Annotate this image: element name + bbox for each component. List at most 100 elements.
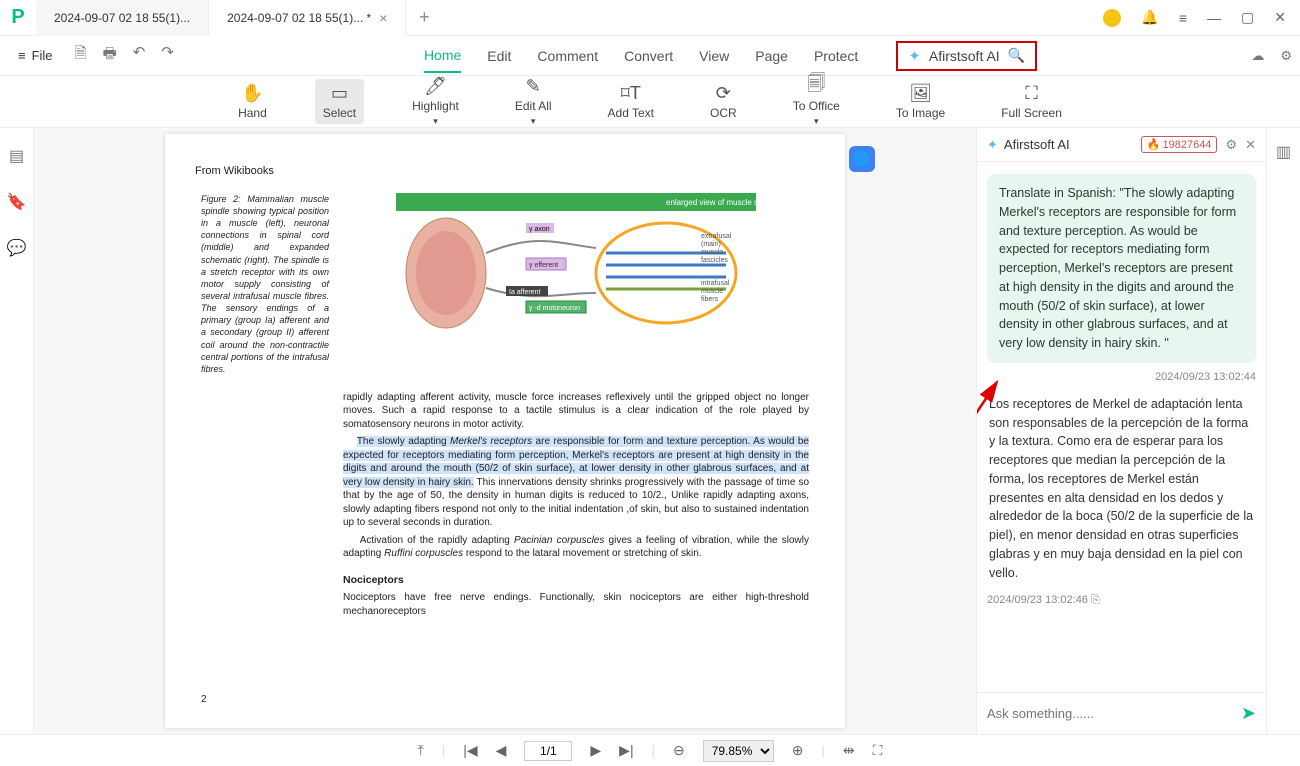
title-bar: P 2024-09-07 02 18 55(1)... 2024-09-07 0…	[0, 0, 1300, 36]
comment-rail-icon[interactable]: 💬	[7, 238, 27, 258]
svg-text:γ -d motoneuron: γ -d motoneuron	[529, 305, 580, 312]
svg-text:fascicles: fascicles	[701, 257, 728, 264]
bot-message: Los receptores de Merkel de adaptación l…	[987, 391, 1256, 587]
svg-text:extrafusal: extrafusal	[701, 233, 732, 240]
file-menu[interactable]: ≡ File	[8, 48, 63, 63]
svg-text:γ efferent: γ efferent	[529, 262, 558, 269]
svg-text:Ia afferent: Ia afferent	[509, 289, 540, 296]
ocr-icon: ⟳	[716, 83, 731, 103]
add-tab-button[interactable]: +	[406, 7, 442, 28]
toolbar: ✋Hand ▭Select 🖊Highlight ▾ ✎Edit All ▾ ⌑…	[0, 76, 1300, 128]
quick-actions: 🗎 🖶 ↶ ↷	[75, 43, 174, 68]
tab-active[interactable]: 2024-09-07 02 18 55(1)... * ×	[209, 0, 406, 36]
last-page-icon[interactable]: ▶|	[619, 742, 633, 759]
fullscreen-icon: ⛶	[1025, 83, 1038, 103]
document-viewport[interactable]: 🌐 From Wikibooks Figure 2: Mammalian mus…	[34, 128, 976, 734]
tool-tooffice[interactable]: 🗐To Office ▾	[785, 72, 848, 131]
tool-highlight[interactable]: 🖊Highlight ▾	[404, 72, 467, 131]
cloud-icon[interactable]: ☁	[1251, 48, 1264, 64]
main-area: ▤ 🔖 💬 🌐 From Wikibooks Figure 2: Mammali…	[0, 128, 1300, 734]
undo-icon[interactable]: ↶	[133, 43, 146, 68]
copy-icon[interactable]: ⎘	[1091, 594, 1100, 606]
fit-page-icon[interactable]: ⛶	[873, 742, 883, 759]
token-chip[interactable]: 🔥19827644	[1141, 136, 1218, 153]
scroll-top-icon[interactable]: ⤒	[418, 742, 424, 759]
svg-text:γ axon: γ axon	[529, 226, 550, 233]
panel-toggle-icon[interactable]: ▥	[1276, 142, 1291, 162]
redo-icon[interactable]: ↷	[161, 43, 174, 68]
gear-icon[interactable]: ⚙	[1225, 137, 1237, 153]
close-panel-icon[interactable]: ✕	[1245, 137, 1256, 153]
ai-panel: ✦ Afirstsoft AI 🔥19827644 ⚙ ✕ Translate …	[976, 128, 1266, 734]
send-icon[interactable]: ➤	[1241, 703, 1256, 724]
doc-body: rapidly adapting afferent activity, musc…	[343, 391, 809, 618]
translate-badge-icon[interactable]: 🌐	[849, 146, 875, 172]
page-input[interactable]	[524, 741, 572, 761]
save-icon[interactable]: 🗎	[75, 43, 87, 68]
tool-fullscreen[interactable]: ⛶Full Screen	[993, 79, 1070, 124]
chevron-down-icon: ▾	[433, 116, 438, 127]
figure-caption: Figure 2: Mammalian muscle spindle showi…	[201, 193, 329, 375]
close-window-icon[interactable]: ✕	[1274, 9, 1286, 26]
tab-comment[interactable]: Comment	[537, 40, 598, 72]
svg-text:enlarged view of muscle spindl: enlarged view of muscle spindle	[666, 198, 780, 207]
window-controls: 🔔 ≡ — ▢ ✕	[1103, 9, 1300, 27]
ask-input[interactable]	[987, 706, 1233, 721]
zoom-out-icon[interactable]: ⊖	[673, 742, 685, 759]
timestamp-user: 2024/09/23 13:02:44	[987, 371, 1256, 383]
tool-addtext[interactable]: ⌑TAdd Text	[600, 79, 662, 124]
bell-icon[interactable]: 🔔	[1141, 9, 1158, 26]
text-icon: ⌑T	[621, 83, 641, 103]
ai-panel-header: ✦ Afirstsoft AI 🔥19827644 ⚙ ✕	[977, 128, 1266, 162]
tab-view[interactable]: View	[699, 40, 729, 72]
thumbnail-icon[interactable]: ▤	[9, 146, 24, 166]
doc-source: From Wikibooks	[195, 164, 809, 179]
print-icon[interactable]: 🖶	[103, 43, 117, 68]
svg-text:muscle: muscle	[701, 249, 723, 256]
tool-hand[interactable]: ✋Hand	[230, 79, 275, 124]
next-page-icon[interactable]: ▶	[590, 742, 601, 759]
app-logo: P	[0, 0, 36, 36]
office-icon: 🗐	[807, 76, 825, 96]
fit-width-icon[interactable]: ⇹	[843, 742, 855, 759]
settings-icon[interactable]: ⚙	[1280, 48, 1292, 64]
tab-page[interactable]: Page	[755, 40, 788, 72]
user-message: Translate in Spanish: "The slowly adapti…	[987, 174, 1256, 363]
tab-edit[interactable]: Edit	[487, 40, 511, 72]
tab-home[interactable]: Home	[424, 39, 461, 73]
edit-icon: ✎	[526, 76, 541, 96]
timestamp-bot: 2024/09/23 13:02:46 ⎘	[987, 594, 1256, 607]
prev-page-icon[interactable]: ◀	[496, 742, 507, 759]
chevron-down-icon: ▾	[814, 116, 819, 127]
header-right-icons: ☁ ⚙	[1251, 48, 1292, 64]
bookmark-icon[interactable]: 🔖	[7, 192, 27, 212]
minimize-icon[interactable]: —	[1207, 10, 1221, 26]
zoom-in-icon[interactable]: ⊕	[792, 742, 804, 759]
zoom-select[interactable]: 79.85%	[703, 740, 774, 762]
tool-select[interactable]: ▭Select	[315, 79, 364, 124]
close-icon[interactable]: ×	[379, 10, 387, 26]
tab-convert[interactable]: Convert	[624, 40, 673, 72]
theme-icon[interactable]	[1103, 9, 1121, 27]
left-rail: ▤ 🔖 💬	[0, 128, 34, 734]
tab-protect[interactable]: Protect	[814, 40, 858, 72]
ai-chat-area[interactable]: Translate in Spanish: "The slowly adapti…	[977, 162, 1266, 692]
sparkle-icon: ✦	[908, 47, 921, 65]
maximize-icon[interactable]: ▢	[1241, 9, 1254, 26]
svg-text:intrafusal: intrafusal	[701, 280, 730, 287]
sparkle-icon: ✦	[987, 137, 998, 153]
search-icon[interactable]: 🔍	[1008, 47, 1025, 64]
first-page-icon[interactable]: |◀	[463, 742, 477, 759]
right-rail: ▥	[1266, 128, 1300, 734]
image-icon: 🖼	[909, 83, 932, 103]
menu-icon[interactable]: ≡	[1179, 10, 1187, 26]
status-bar: ⤒ | |◀ ◀ ▶ ▶| | ⊖ 79.85% ⊕ | ⇹ ⛶	[0, 734, 1300, 766]
tool-toimage[interactable]: 🖼To Image	[888, 79, 953, 124]
tool-ocr[interactable]: ⟳OCR	[702, 79, 745, 124]
ai-brand-button[interactable]: ✦ Afirstsoft AI 🔍	[896, 41, 1037, 71]
tool-editall[interactable]: ✎Edit All ▾	[507, 72, 560, 131]
hamburger-icon: ≡	[18, 48, 26, 63]
tab-inactive[interactable]: 2024-09-07 02 18 55(1)...	[36, 0, 209, 36]
pdf-page: 🌐 From Wikibooks Figure 2: Mammalian mus…	[165, 134, 845, 728]
svg-text:(main): (main)	[701, 241, 721, 248]
